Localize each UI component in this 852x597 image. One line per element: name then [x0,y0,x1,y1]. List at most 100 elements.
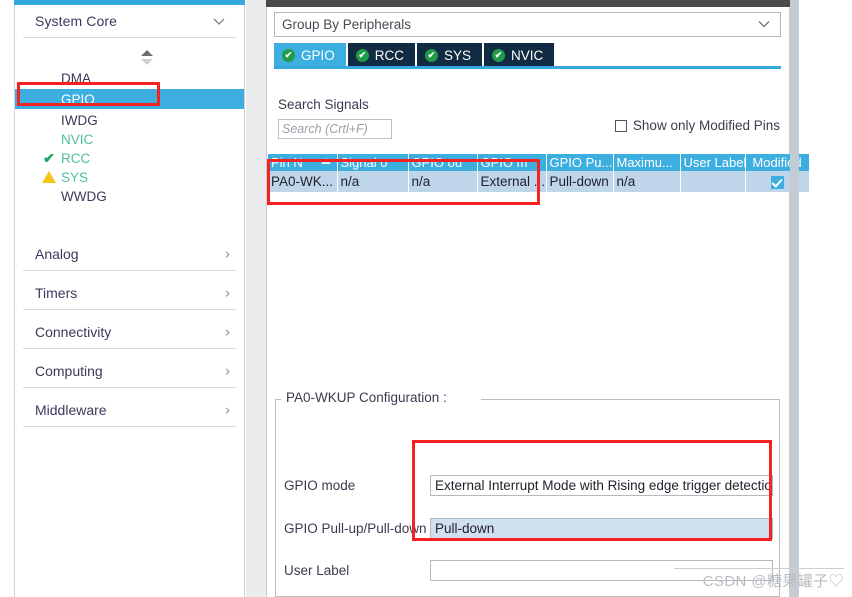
right-panel-body: Group By Peripherals ✔ GPIO ✔ RCC ✔ SYS … [266,7,810,597]
tree-item-rcc[interactable]: ✔ RCC [15,148,244,168]
check-circle-icon: ✔ [282,49,295,62]
cell-gpio-pull[interactable]: Pull-down [546,171,614,192]
sidebar-category-computing[interactable]: Computing › [23,355,236,388]
cell-gpio-mode[interactable]: External ... [477,171,547,192]
sidebar-category-label: Connectivity [35,324,112,340]
checked-checkbox-icon[interactable] [770,175,784,189]
check-icon: ✔ [43,150,55,166]
tree-item-label: RCC [61,150,91,166]
config-legend-text: PA0-WKUP Configuration : [282,390,451,405]
pin-configuration-panel: Group By Peripherals ✔ GPIO ✔ RCC ✔ SYS … [266,0,810,597]
tree-item-label: NVIC [61,131,94,147]
column-label: Pin N [271,155,303,170]
checkbox-icon[interactable] [614,119,627,132]
sidebar-category-label: Analog [35,246,79,262]
scroll-up-icon[interactable] [141,50,153,56]
tree-item-label: GPIO [61,91,95,107]
tree-item-iwdg[interactable]: IWDG [15,110,244,130]
vertical-scrollbar[interactable] [790,0,799,597]
table-row[interactable]: PA0-WK... n/a n/a External ... Pull-down… [268,171,810,192]
show-only-modified-pins-checkbox[interactable]: Show only Modified Pins [614,118,780,133]
column-header-gpio-output-level[interactable]: GPIO ou [408,154,478,171]
column-header-gpio-pull[interactable]: GPIO Pu... [546,154,614,171]
sidebar-category-label: Computing [35,363,103,379]
tab-label: RCC [374,48,405,63]
check-circle-icon: ✔ [492,49,506,62]
column-header-modified[interactable]: Modified [745,154,810,171]
sidebar-category-label: Timers [35,285,78,301]
cell-maximum-speed[interactable]: n/a [613,171,681,192]
chevron-right-icon: › [225,323,230,341]
config-row-gpio-pull: GPIO Pull-up/Pull-down Pull-down [276,518,781,540]
table-header-row: Pin N Signal o GPIO ou GPIO m GPIO Pu...… [268,154,810,171]
sidebar-category-connectivity[interactable]: Connectivity › [23,316,236,349]
tree-item-nvic[interactable]: NVIC [15,129,244,149]
left-panel-card: System Core DMA GPIO IWDG NVIC ✔ RCC SYS… [14,5,245,597]
right-panel-title-bar [266,0,790,7]
column-header-user-label[interactable]: User Label [680,154,746,171]
tree-item-icon-blank [41,131,57,147]
tree-item-label: DMA [61,70,91,86]
watermark-rule [674,568,844,569]
column-header-signal-on-pin[interactable]: Signal o [337,154,409,171]
warning-icon [41,169,57,185]
cell-gpio-output-level[interactable]: n/a [408,171,478,192]
group-by-select[interactable]: Group By Peripherals [274,12,781,37]
config-group-legend: PA0-WKUP Configuration : [275,390,780,405]
peripheral-tabs: ✔ GPIO ✔ RCC ✔ SYS ✔ NVIC [274,41,781,68]
show-only-modified-pins-label: Show only Modified Pins [632,118,780,133]
tree-item-wwdg[interactable]: WWDG [15,186,244,206]
cell-pin-name[interactable]: PA0-WK... [268,171,338,192]
sidebar-category-analog[interactable]: Analog › [23,238,236,271]
cell-modified[interactable] [745,171,810,192]
sidebar-category-system-core[interactable]: System Core [23,5,236,38]
panel-divider [246,0,266,597]
chevron-right-icon: › [225,245,230,263]
tab-label: SYS [444,48,472,63]
gpio-pull-select[interactable]: Pull-down [430,518,773,539]
check-circle-icon: ✔ [425,49,439,62]
tree-item-icon-blank [41,112,57,128]
tree-item-sys[interactable]: SYS [15,167,244,187]
tab-gpio[interactable]: ✔ GPIO [274,43,346,68]
tree-item-icon-blank [41,70,57,86]
group-by-value: Group By Peripherals [282,17,412,32]
sidebar-category-middleware[interactable]: Middleware › [23,394,236,427]
tree-item-label: SYS [61,169,89,185]
column-header-maximum-speed[interactable]: Maximu... [613,154,681,171]
tab-rcc[interactable]: ✔ RCC [347,43,416,68]
pins-table: Pin N Signal o GPIO ou GPIO m GPIO Pu...… [268,154,810,192]
sidebar-category-label: Middleware [35,402,107,418]
config-label-user-label: User Label [284,563,350,578]
column-header-pin-name[interactable]: Pin N [268,154,338,171]
tab-sys[interactable]: ✔ SYS [417,43,483,68]
peripheral-tree-panel: System Core DMA GPIO IWDG NVIC ✔ RCC SYS… [0,0,245,597]
tab-nvic[interactable]: ✔ NVIC [484,43,555,68]
search-input[interactable] [278,119,392,139]
config-row-gpio-mode: GPIO mode External Interrupt Mode with R… [276,475,781,497]
sidebar-category-timers[interactable]: Timers › [23,277,236,310]
tree-item-dma[interactable]: DMA [15,68,244,88]
column-header-gpio-mode[interactable]: GPIO m [477,154,547,171]
check-circle-icon: ✔ [355,49,369,62]
chevron-down-icon [756,15,772,34]
tab-active-underline [274,66,781,69]
config-label-gpio-pull: GPIO Pull-up/Pull-down [284,521,427,536]
gpio-mode-select[interactable]: External Interrupt Mode with Rising edge… [430,475,773,496]
scroll-down-icon[interactable] [141,59,153,65]
tree-item-label: WWDG [61,188,107,204]
cell-user-label[interactable] [680,171,746,192]
legend-rule-right [481,399,780,400]
cell-signal-on-pin[interactable]: n/a [337,171,409,192]
watermark-text: CSDN @糖果罐子♡ [702,573,844,590]
tree-item-gpio[interactable]: GPIO [15,89,244,109]
chevron-right-icon: › [225,401,230,419]
tree-item-label: IWDG [61,112,98,128]
tab-label: NVIC [511,48,544,63]
chevron-right-icon: › [225,362,230,380]
tab-label: GPIO [301,48,335,63]
search-signals-label: Search Signals [278,97,369,112]
sidebar-category-label: System Core [35,13,118,29]
tree-scroll-spinner[interactable] [139,50,155,68]
config-label-gpio-mode: GPIO mode [284,478,356,493]
